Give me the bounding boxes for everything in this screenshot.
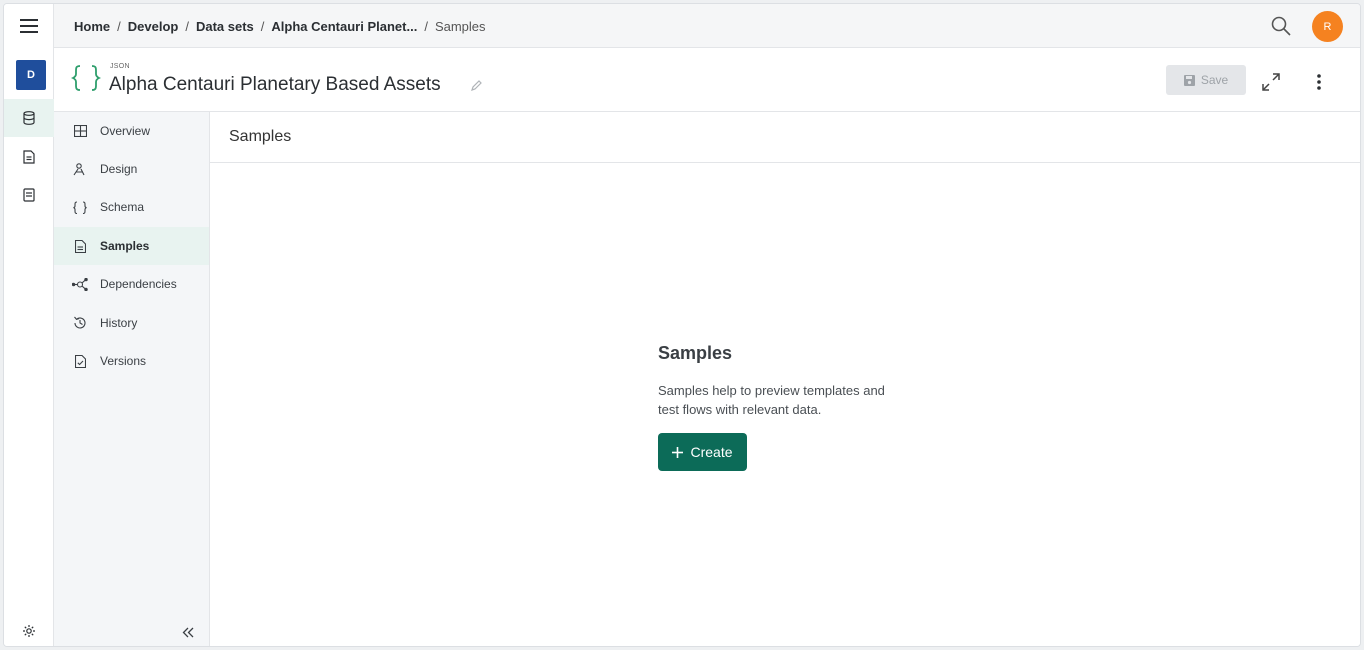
database-icon	[23, 111, 35, 125]
design-icon	[72, 161, 88, 177]
breadcrumb-home[interactable]: Home	[74, 19, 110, 34]
kebab-icon	[1317, 74, 1321, 90]
create-sample-button[interactable]: Create	[658, 433, 747, 471]
section-title: Samples	[210, 112, 1360, 163]
nav-overview-label: Overview	[100, 124, 151, 138]
grid-icon	[72, 123, 88, 139]
empty-state-description-line1: Samples help to preview templates and	[658, 383, 885, 398]
json-braces-icon	[70, 64, 102, 97]
breadcrumb-current: Samples	[434, 18, 486, 34]
file-check-icon	[72, 353, 88, 369]
document-icon	[72, 238, 88, 254]
edit-title-button[interactable]	[470, 79, 482, 97]
breadcrumb-separator: /	[424, 18, 428, 34]
breadcrumb-data-sets[interactable]: Data sets	[196, 19, 254, 34]
nav-design-label: Design	[100, 162, 138, 176]
rail-data-sets[interactable]	[4, 99, 54, 137]
page-title: Alpha Centauri Planetary Based Assets	[109, 74, 441, 95]
nav-design[interactable]: Design	[54, 150, 209, 188]
nav-samples[interactable]: Samples	[54, 227, 209, 265]
more-options-button[interactable]	[1309, 69, 1329, 95]
floppy-icon	[1183, 74, 1195, 86]
main-content: Samples Samples Samples help to preview …	[210, 112, 1360, 646]
search-icon	[1271, 16, 1291, 36]
nav-dependencies-label: Dependencies	[100, 277, 177, 291]
empty-state-title: Samples	[658, 343, 733, 363]
pencil-icon	[471, 80, 482, 91]
network-icon	[72, 276, 88, 292]
empty-state-description: Samples help to preview templates and te…	[658, 381, 918, 419]
expand-icon	[1262, 73, 1280, 91]
dataset-sidebar: Overview Design Schema Samples Dependenc…	[54, 112, 210, 646]
nav-schema-label: Schema	[100, 200, 145, 214]
search-button[interactable]	[1267, 12, 1295, 40]
nav-overview[interactable]: Overview	[54, 112, 209, 150]
document-icon	[23, 150, 35, 164]
breadcrumb-separator: /	[185, 18, 189, 34]
breadcrumb-dataset[interactable]: Alpha Centauri Planet...	[271, 19, 417, 34]
plus-icon	[672, 446, 684, 458]
hamburger-icon	[19, 19, 38, 33]
collapse-sidebar-button[interactable]	[178, 622, 198, 642]
save-button[interactable]: Save	[1166, 65, 1246, 95]
save-label: Save	[1200, 73, 1229, 87]
menu-button[interactable]	[4, 4, 54, 48]
breadcrumb-develop[interactable]: Develop	[128, 19, 179, 34]
nav-samples-label: Samples	[100, 239, 150, 253]
nav-history-label: History	[100, 316, 138, 330]
nav-history[interactable]: History	[54, 304, 209, 342]
user-avatar[interactable]: R	[1312, 11, 1343, 42]
braces-icon	[72, 199, 88, 215]
workspace-badge[interactable]: D	[16, 60, 46, 90]
icon-rail: D	[4, 48, 54, 646]
empty-state-description-line2: test flows with relevant data.	[658, 402, 822, 417]
double-chevron-left-icon	[182, 627, 194, 637]
breadcrumb-separator: /	[117, 18, 121, 34]
nav-versions[interactable]: Versions	[54, 342, 209, 380]
top-bar: Home / Develop / Data sets / Alpha Centa…	[4, 4, 1360, 48]
nav-schema[interactable]: Schema	[54, 188, 209, 226]
history-icon	[72, 315, 88, 331]
empty-state: Samples Samples help to preview template…	[658, 343, 918, 471]
type-label: JSON	[110, 63, 130, 70]
rail-documents[interactable]	[4, 138, 54, 176]
create-label: Create	[690, 444, 733, 460]
gear-icon	[23, 625, 35, 637]
settings-button[interactable]	[19, 621, 39, 641]
app-window: Home / Develop / Data sets / Alpha Centa…	[3, 3, 1361, 647]
page-header: JSON Alpha Centauri Planetary Based Asse…	[54, 48, 1360, 112]
template-icon	[23, 188, 35, 202]
rail-templates[interactable]	[4, 176, 54, 214]
nav-versions-label: Versions	[100, 354, 147, 368]
expand-button[interactable]	[1258, 69, 1284, 95]
nav-dependencies[interactable]: Dependencies	[54, 265, 209, 303]
breadcrumb-separator: /	[260, 18, 265, 34]
breadcrumb: Home / Develop / Data sets / Alpha Centa…	[74, 4, 486, 48]
